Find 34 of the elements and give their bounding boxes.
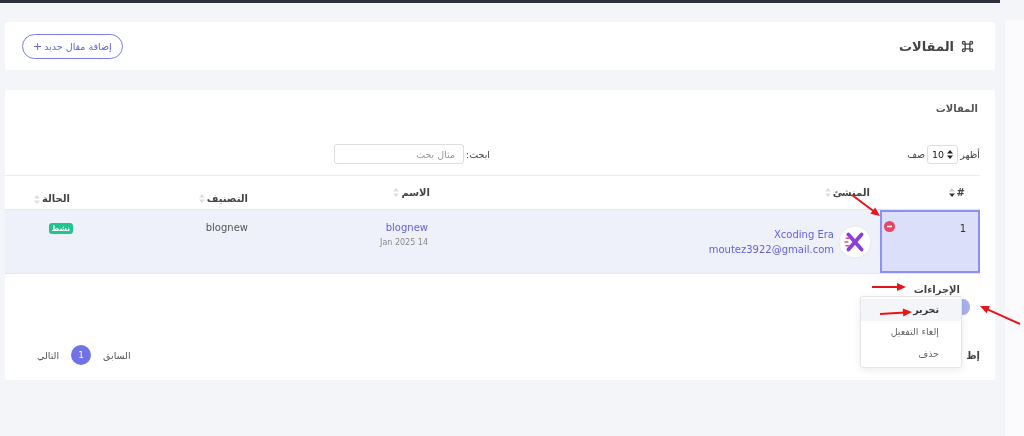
- annotation-arrow: [980, 306, 1021, 325]
- sort-arrows-icon: [947, 149, 954, 159]
- page-button[interactable]: 1: [71, 345, 92, 365]
- article-name[interactable]: blognew: [385, 222, 428, 233]
- creator-name[interactable]: Xcoding Era: [774, 228, 834, 240]
- column-header[interactable]: الحالة: [42, 192, 70, 206]
- menu-item[interactable]: إلغاء التفعيل: [861, 321, 961, 343]
- article-date: Jan 2025 14: [380, 238, 428, 247]
- annotation-arrow: [879, 308, 912, 317]
- creator-email[interactable]: moutez3922@gmail.com: [708, 243, 834, 255]
- column-header[interactable]: الاسم: [401, 185, 430, 200]
- command-icon: [960, 38, 975, 54]
- show-label: أظهر: [960, 148, 980, 160]
- menu-item[interactable]: حذف: [861, 343, 961, 365]
- page-size-select[interactable]: 10: [927, 144, 959, 164]
- next-link[interactable]: التالي: [37, 349, 60, 361]
- add-article-button[interactable]: إضافة مقال جديد +: [22, 33, 123, 59]
- actions-label: الإجراءات: [913, 284, 960, 296]
- previous-link[interactable]: السابق: [103, 349, 131, 361]
- search-field[interactable]: مثال بحث: [334, 144, 465, 164]
- rows-label: صف: [907, 148, 926, 160]
- column-header[interactable]: المنشئ: [832, 185, 870, 200]
- column-header[interactable]: #: [956, 185, 965, 200]
- menu-item[interactable]: تحرير: [861, 299, 961, 321]
- avatar-logo-icon: [838, 224, 872, 259]
- info-text: إظ: [966, 349, 980, 361]
- search-label: ابحث:: [466, 148, 490, 160]
- table-cell: 1: [880, 210, 980, 273]
- category-text: blognew: [205, 222, 248, 235]
- column-header[interactable]: التصنيف: [206, 191, 248, 206]
- section-title: المقالات: [934, 102, 979, 116]
- collapse-button[interactable]: [884, 221, 895, 232]
- page-title: المقالات: [898, 38, 954, 54]
- annotation-arrow: [871, 283, 906, 291]
